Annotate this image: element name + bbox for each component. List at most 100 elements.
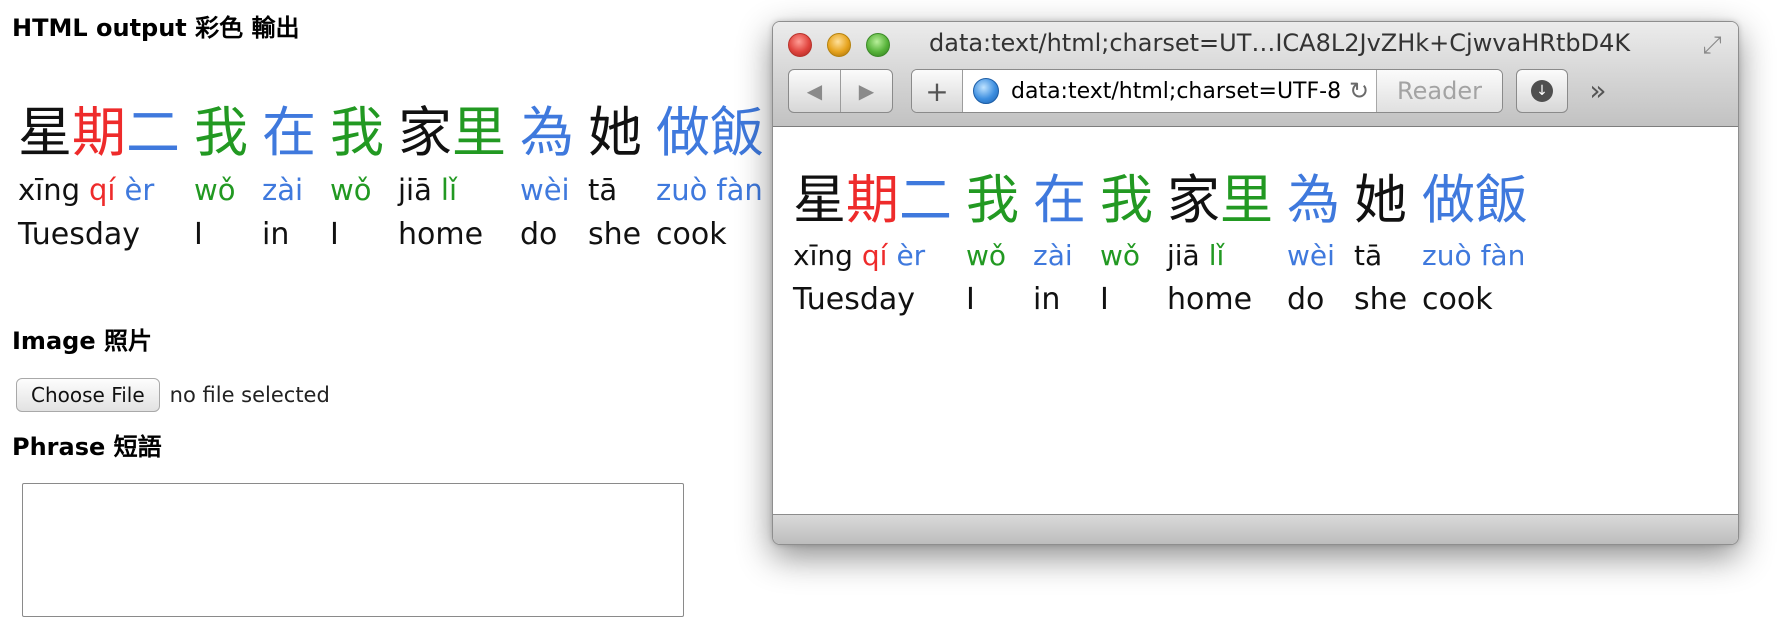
english-gloss: cook xyxy=(1422,282,1493,317)
pinyin-syllable: wǒ xyxy=(330,173,372,207)
english-gloss: Tuesday xyxy=(18,217,141,252)
url-text[interactable]: data:text/html;charset=UTF-8;base64, xyxy=(1011,79,1342,104)
downloads-button[interactable]: ↓ xyxy=(1516,69,1568,113)
pinyin-syllable: tā xyxy=(1354,239,1383,272)
phrase-word: 我 wǒ I xyxy=(330,106,384,250)
hanzi-char: 家 xyxy=(1167,170,1220,231)
hanzi-char: 我 xyxy=(330,101,384,164)
pinyin-syllable: xīng xyxy=(793,239,853,272)
hanzi-row: 家里 xyxy=(398,106,506,160)
pinyin-syllable: xīng xyxy=(18,173,81,207)
globe-icon xyxy=(973,78,999,104)
back-forward-group: ◀ ▶ xyxy=(788,69,893,113)
browser-status-bar xyxy=(773,514,1738,544)
phrase-word: 我 wǒ I xyxy=(194,106,248,250)
phrase-word: 在 zài in xyxy=(1033,174,1086,315)
file-status-text: no file selected xyxy=(169,383,330,407)
hanzi-row: 為 xyxy=(1287,174,1340,227)
pinyin-syllable: wǒ xyxy=(194,173,236,207)
hanzi-char: 做 xyxy=(1422,170,1475,231)
phrase-word: 星期二 xīng qí èr Tuesday xyxy=(18,106,180,250)
phrase-word: 為 wèi do xyxy=(520,106,574,250)
add-bookmark-button[interactable]: + xyxy=(912,70,963,112)
english-gloss: I xyxy=(330,217,339,252)
file-picker: Choose File no file selected xyxy=(16,378,330,412)
reader-button[interactable]: Reader xyxy=(1376,70,1502,112)
hanzi-char: 做 xyxy=(656,101,710,164)
hanzi-row: 星期二 xyxy=(18,106,180,160)
hanzi-row: 在 xyxy=(262,106,316,160)
hanzi-row: 星期二 xyxy=(793,174,952,227)
pinyin-row: wǒ xyxy=(966,242,1019,270)
pinyin-row: wǒ xyxy=(330,176,384,205)
hanzi-char: 飯 xyxy=(710,101,764,164)
hanzi-char: 我 xyxy=(1100,170,1153,231)
close-window-icon[interactable] xyxy=(788,33,812,57)
english-gloss: I xyxy=(1100,282,1109,317)
pinyin-row: wǒ xyxy=(194,176,248,205)
phrase-word: 星期二 xīng qí èr Tuesday xyxy=(793,174,952,315)
forward-button[interactable]: ▶ xyxy=(840,70,892,112)
hanzi-char: 星 xyxy=(18,101,72,164)
hanzi-char: 她 xyxy=(1354,170,1407,231)
reload-icon[interactable]: ↻ xyxy=(1342,70,1376,112)
pinyin-syllable: qí xyxy=(89,173,116,207)
hanzi-char: 在 xyxy=(1033,170,1086,231)
zoom-window-icon[interactable] xyxy=(866,33,890,57)
pinyin-row: zài xyxy=(1033,242,1086,270)
hanzi-row: 她 xyxy=(1354,174,1408,227)
pinyin-row: tā xyxy=(1354,242,1408,270)
pinyin-row: zuò fàn xyxy=(656,176,764,205)
double-chevron-icon[interactable]: » xyxy=(1581,71,1615,109)
back-arrow-icon: ◀ xyxy=(806,79,823,103)
hanzi-row: 我 xyxy=(330,106,384,160)
pinyin-row: jiā lǐ xyxy=(1167,242,1273,270)
pinyin-syllable: zài xyxy=(262,173,304,207)
phrase-word: 家里 jiā lǐ home xyxy=(398,106,506,250)
hanzi-row: 為 xyxy=(520,106,574,160)
pinyin-syllable: wèi xyxy=(520,173,570,207)
fullscreen-icon[interactable]: ⤢ xyxy=(1698,31,1726,59)
hanzi-row: 她 xyxy=(588,106,642,160)
english-gloss: I xyxy=(966,282,975,317)
english-gloss: home xyxy=(398,217,484,252)
browser-toolbar: data:text/html;charset=UT…ICA8L2JvZHk+Cj… xyxy=(773,22,1738,127)
choose-file-button[interactable]: Choose File xyxy=(16,378,160,412)
pinyin-row: wèi xyxy=(1287,242,1340,270)
hanzi-row: 我 xyxy=(194,106,248,160)
pinyin-row: zuò fàn xyxy=(1422,242,1528,270)
url-field[interactable]: data:text/html;charset=UTF-8;base64, xyxy=(963,70,1342,112)
pinyin-syllable: jiā xyxy=(1167,239,1200,272)
english-gloss: cook xyxy=(656,217,727,252)
hanzi-row: 家里 xyxy=(1167,174,1273,227)
address-bar: + data:text/html;charset=UTF-8;base64, ↻… xyxy=(911,69,1503,113)
pinyin-syllable: zuò xyxy=(1422,239,1472,272)
minimize-window-icon[interactable] xyxy=(827,33,851,57)
pinyin-syllable: wǒ xyxy=(1100,239,1141,272)
pinyin-syllable: qí xyxy=(861,239,888,272)
phrase-word: 做飯 zuò fàn cook xyxy=(1422,174,1528,315)
html-output-title: HTML output 彩色 輸出 xyxy=(12,14,300,42)
hanzi-char: 二 xyxy=(899,170,952,231)
english-gloss: she xyxy=(1354,282,1408,317)
english-gloss: Tuesday xyxy=(793,282,916,317)
pinyin-row: wèi xyxy=(520,176,574,205)
rendered-phrase-output: 星期二 xīng qí èr Tuesday 我 wǒ I 在 zài in 我 wǒ I 家里 jiā lǐ h… xyxy=(793,174,1542,315)
pinyin-syllable: zài xyxy=(1033,239,1073,272)
plus-icon: + xyxy=(925,74,949,108)
hanzi-char: 為 xyxy=(1287,170,1340,231)
pinyin-syllable: fàn xyxy=(716,173,763,207)
hanzi-row: 做飯 xyxy=(656,106,764,160)
pinyin-row: zài xyxy=(262,176,316,205)
english-gloss: in xyxy=(262,217,290,252)
hanzi-char: 我 xyxy=(194,101,248,164)
english-gloss: do xyxy=(520,217,558,252)
english-gloss: in xyxy=(1033,282,1061,317)
hanzi-char: 星 xyxy=(793,170,846,231)
pinyin-row: tā xyxy=(588,176,642,205)
download-icon: ↓ xyxy=(1531,80,1553,102)
back-button[interactable]: ◀ xyxy=(789,70,840,112)
phrase-word: 她 tā she xyxy=(588,106,642,250)
phrase-input[interactable] xyxy=(22,483,684,617)
english-gloss: home xyxy=(1167,282,1253,317)
